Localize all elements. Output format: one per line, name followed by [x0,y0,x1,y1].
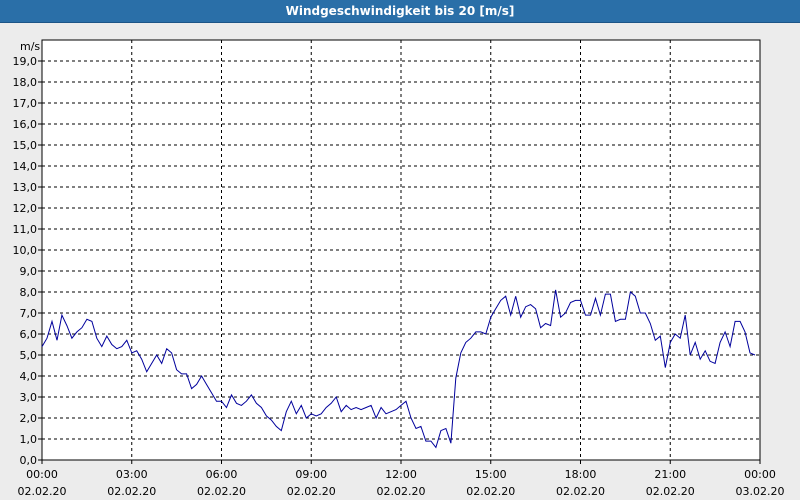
y-tick-label: 19,0 [13,55,38,68]
x-tick-date: 02.02.20 [287,485,336,498]
x-tick-time: 00:00 [744,468,776,481]
y-tick-label: 4,0 [20,370,38,383]
x-tick-date: 03.02.20 [736,485,785,498]
chart: 0,0 1,0 2,0 3,0 4,0 5,0 6,0 7,0 8,0 9,0 10,0 11,0 12… [13,39,785,498]
x-tick-time: 03:00 [116,468,148,481]
x-tick-date: 02.02.20 [466,485,515,498]
x-tick-time: 21:00 [654,468,686,481]
x-tick-date: 02.02.20 [18,485,67,498]
y-tick-label: 16,0 [13,118,38,131]
y-tick-label: 18,0 [13,76,38,89]
x-tick-time: 18:00 [565,468,597,481]
y-tick-label: 9,0 [20,265,38,278]
y-tick-label: 10,0 [13,244,38,257]
y-axis-label: m/s [20,40,40,53]
y-tick-label: 15,0 [13,139,38,152]
x-tick-date: 02.02.20 [377,485,426,498]
y-tick-label: 7,0 [20,307,38,320]
x-axis-ticks: 00:00 02.02.20 03:00 02.02.20 06:00 02.02.20 0… [18,460,785,498]
y-tick-label: 17,0 [13,97,38,110]
x-tick-date: 02.02.20 [107,485,156,498]
y-tick-label: 2,0 [20,412,38,425]
y-tick-label: 6,0 [20,328,38,341]
x-tick-time: 06:00 [206,468,238,481]
y-tick-label: 5,0 [20,349,38,362]
y-axis-ticks: 0,0 1,0 2,0 3,0 4,0 5,0 6,0 7,0 8,0 9,0 10,0 11,0 12… [13,55,42,467]
x-tick-date: 02.02.20 [556,485,605,498]
y-tick-label: 13,0 [13,181,38,194]
x-tick-time: 00:00 [26,468,58,481]
y-tick-label: 14,0 [13,160,38,173]
x-tick-time: 12:00 [385,468,417,481]
x-tick-date: 02.02.20 [197,485,246,498]
y-tick-label: 0,0 [20,454,38,467]
x-tick-time: 15:00 [475,468,507,481]
y-tick-label: 11,0 [13,223,38,236]
y-tick-label: 1,0 [20,433,38,446]
y-tick-label: 3,0 [20,391,38,404]
y-tick-label: 12,0 [13,202,38,215]
y-tick-label: 8,0 [20,286,38,299]
x-tick-date: 02.02.20 [646,485,695,498]
x-tick-time: 09:00 [295,468,327,481]
